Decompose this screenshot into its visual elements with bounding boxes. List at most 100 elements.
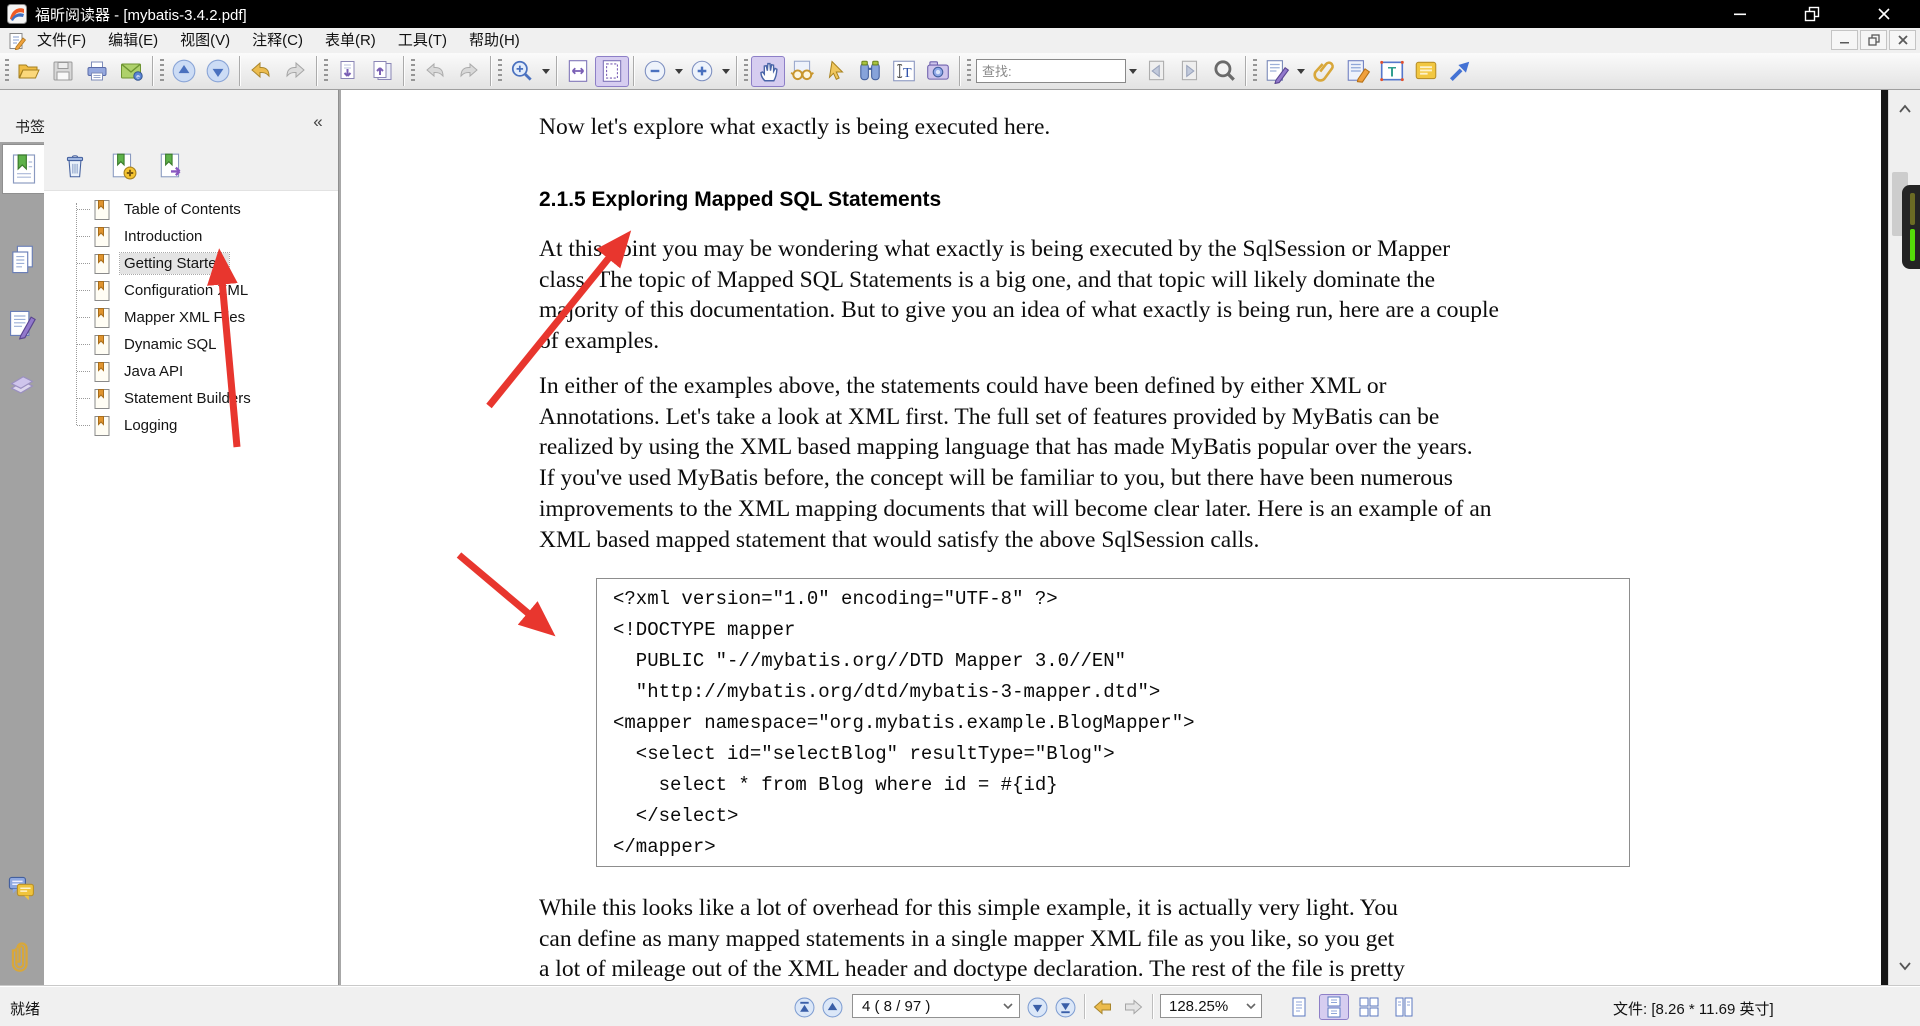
bookmark-item[interactable]: Configuration XML [44,277,252,304]
foxit-app-icon [7,4,27,24]
last-page-button[interactable] [1054,996,1076,1018]
note-tool-dropdown[interactable] [1294,56,1307,87]
close-button[interactable] [1848,0,1920,28]
hand-icon [760,62,778,82]
screen-edge-indicator[interactable] [1902,185,1920,269]
select-annotation-button[interactable] [819,56,853,87]
chevron-down-icon[interactable] [1002,1002,1014,1010]
continuous-facing-layout-button[interactable] [1389,994,1419,1020]
tab-pages[interactable] [0,238,44,282]
doc-restore-button[interactable] [1860,30,1887,50]
menu-tools[interactable]: 工具(T) [387,28,458,53]
save-button[interactable] [46,56,80,87]
bookmark-item-selected[interactable]: Getting Started [44,250,230,277]
bookmark-item[interactable]: Mapper XML Files [44,304,249,331]
find-next-button[interactable] [1173,56,1207,87]
bookmark-item[interactable]: Table of Contents [44,196,245,223]
menu-edit[interactable]: 编辑(E) [97,28,169,53]
tab-attachments[interactable] [0,934,44,978]
print-button[interactable] [80,56,114,87]
advanced-search-button[interactable] [1207,56,1241,87]
next-view-button[interactable] [365,56,399,87]
zoom-in-button[interactable] [685,56,719,87]
doc-minimize-button[interactable] [1831,30,1858,50]
minimize-icon [1734,13,1746,16]
facing-layout-button[interactable] [1354,994,1384,1020]
bookmark-item[interactable]: Introduction [44,223,206,250]
hand-tool-button[interactable] [751,55,785,87]
minimize-button[interactable] [1704,0,1776,28]
highlight-tool-button[interactable] [1341,56,1375,87]
pdf-page[interactable]: Now let's explore what exactly is being … [341,90,1881,985]
previous-view-button[interactable] [331,56,365,87]
menu-comment[interactable]: 注释(C) [241,28,314,53]
next-view-button-status[interactable] [1122,996,1144,1018]
toolbar-grip[interactable] [1253,59,1257,83]
previous-view-button-status[interactable] [1092,996,1114,1018]
single-page-layout-button[interactable] [1284,994,1314,1020]
forward-view-button[interactable] [278,56,312,87]
undo-button[interactable] [418,56,452,87]
bookmark-item[interactable]: Dynamic SQL [44,331,221,358]
toolbar-grip[interactable] [324,59,328,83]
doc-close-button[interactable] [1889,30,1916,50]
find-dropdown[interactable] [1126,56,1139,87]
tab-bookmarks[interactable] [2,144,44,194]
open-button[interactable] [12,56,46,87]
menu-view[interactable]: 视图(V) [169,28,241,53]
zoom-out-dropdown[interactable] [672,56,685,87]
marquee-zoom-button[interactable] [505,56,539,87]
snapshot-button[interactable] [921,56,955,87]
attach-file-button[interactable] [1307,56,1341,87]
find-previous-button[interactable] [1139,56,1173,87]
bookmark-item[interactable]: Statement Builders [44,385,255,412]
back-view-button[interactable] [244,56,278,87]
previous-page-button-status[interactable] [821,996,843,1018]
toolbar-grip[interactable] [744,59,748,83]
zoom-in-dropdown[interactable] [719,56,732,87]
redo-button[interactable] [452,56,486,87]
toolbar-grip[interactable] [411,59,415,83]
marquee-zoom-dropdown[interactable] [539,56,552,87]
fit-page-button[interactable] [595,55,629,87]
zoom-out-button[interactable] [638,56,672,87]
expand-bookmark-button[interactable] [156,151,186,181]
note-tool-button[interactable] [1260,56,1294,87]
search-button[interactable] [853,56,887,87]
next-page-button-status[interactable] [1026,996,1048,1018]
share-button[interactable] [1443,56,1477,87]
delete-bookmark-button[interactable] [60,151,90,181]
collapse-panel-button[interactable]: « [306,112,330,132]
toolbar-grip[interactable] [967,59,971,83]
scroll-down-button[interactable] [1889,949,1920,983]
previous-page-button[interactable] [167,56,201,87]
menu-help[interactable]: 帮助(H) [458,28,531,53]
bookmark-item[interactable]: Logging [44,412,181,439]
chevron-down-icon[interactable] [1245,1002,1257,1010]
toolbar-grip[interactable] [5,59,9,83]
menu-file[interactable]: 文件(F) [26,28,97,53]
menu-form[interactable]: 表单(R) [314,28,387,53]
page-number-box[interactable]: 4 ( 8 / 97 ) [852,994,1020,1018]
fit-width-button[interactable] [561,56,595,87]
add-bookmark-button[interactable] [108,151,138,181]
zoom-level-box[interactable]: 128.25% [1160,994,1262,1018]
find-input[interactable] [976,59,1126,83]
tab-comments[interactable] [0,868,44,912]
comment-tool-button[interactable] [1409,56,1443,87]
email-button[interactable]: e [114,56,148,87]
toolbar-grip[interactable] [160,59,164,83]
toolbar-grip[interactable] [498,59,502,83]
select-text-button[interactable]: T [887,56,921,87]
scroll-up-button[interactable] [1889,92,1920,126]
textbox-tool-button[interactable]: T [1375,56,1409,87]
bookmark-item[interactable]: Java API [44,358,187,385]
tab-layers[interactable] [0,364,44,408]
save-icon [53,61,73,81]
restore-button[interactable] [1776,0,1848,28]
next-page-button[interactable] [201,56,235,87]
read-mode-button[interactable] [785,56,819,87]
continuous-layout-button[interactable] [1319,994,1349,1020]
first-page-button[interactable] [793,996,815,1018]
tab-annotations[interactable] [0,302,44,346]
